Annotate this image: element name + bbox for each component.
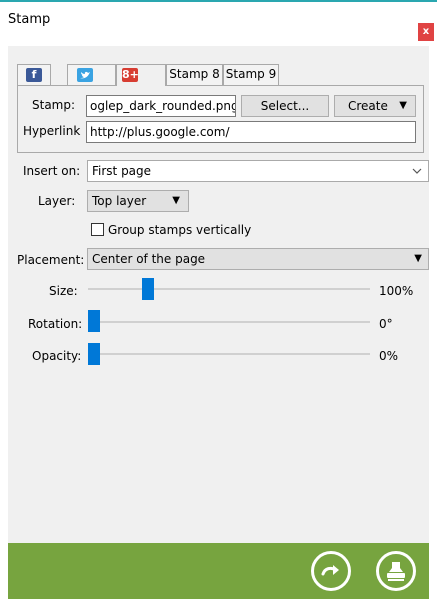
create-label: Create (348, 99, 388, 113)
chevron-down-icon: ▼ (172, 195, 180, 206)
rotation-slider-track[interactable] (88, 321, 370, 323)
tab-stamp-9[interactable]: Stamp 9 (223, 64, 279, 85)
arrow-right-icon (321, 565, 339, 576)
chevron-down-icon: ▼ (399, 100, 407, 111)
placement-label: Placement: (17, 253, 85, 267)
facebook-icon: f (26, 68, 42, 82)
rotation-slider-thumb[interactable] (88, 310, 100, 332)
layer-value: Top layer (92, 194, 147, 208)
title-bar: Stamp (0, 2, 437, 34)
opacity-slider-thumb[interactable] (88, 343, 100, 365)
insert-on-value: First page (92, 164, 152, 178)
insert-on-label: Insert on: (23, 164, 81, 178)
select-button[interactable]: Select... (241, 95, 329, 117)
tab-twitter[interactable] (67, 64, 116, 85)
stamp-settings-group: Stamp: oglep_dark_rounded.png Select... … (17, 85, 424, 153)
placement-dropdown[interactable]: Center of the page ▼ (87, 248, 429, 270)
rotation-label: Rotation: (28, 317, 83, 331)
stamp-file-field[interactable]: oglep_dark_rounded.png (86, 95, 236, 117)
opacity-label: Opacity: (32, 349, 82, 363)
tab-google-plus[interactable]: 8+ (116, 64, 166, 86)
hyperlink-label: Hyperlink (23, 124, 81, 138)
rotation-value: 0° (379, 317, 393, 331)
google-plus-icon: 8+ (122, 68, 139, 82)
size-slider-track[interactable] (88, 288, 370, 290)
chevron-down-icon (412, 161, 422, 189)
window-title: Stamp (8, 12, 51, 27)
layer-dropdown[interactable]: Top layer ▼ (87, 190, 189, 212)
group-vertically-checkbox[interactable] (91, 223, 104, 236)
chevron-down-icon: ▼ (414, 253, 422, 264)
layer-label: Layer: (38, 194, 76, 208)
apply-stamp-button[interactable] (376, 551, 416, 591)
footer-bar (8, 543, 429, 599)
size-slider-thumb[interactable] (142, 278, 154, 300)
opacity-slider-track[interactable] (88, 353, 370, 355)
group-vertically-label: Group stamps vertically (108, 223, 252, 237)
twitter-icon (77, 68, 93, 82)
size-value: 100% (379, 284, 414, 298)
stamp-label: Stamp: (32, 98, 76, 112)
next-button[interactable] (311, 551, 351, 591)
hyperlink-field[interactable]: http://plus.google.com/ (86, 121, 416, 143)
opacity-value: 0% (379, 349, 399, 363)
placement-value: Center of the page (92, 252, 206, 266)
stamp-icon (387, 562, 405, 581)
tab-facebook[interactable]: f (17, 64, 51, 85)
size-label: Size: (49, 284, 78, 298)
insert-on-dropdown[interactable]: First page (87, 160, 429, 182)
tab-stamp-8[interactable]: Stamp 8 (166, 64, 223, 85)
create-button[interactable]: Create ▼ (334, 95, 416, 117)
close-button[interactable]: x (418, 23, 434, 41)
